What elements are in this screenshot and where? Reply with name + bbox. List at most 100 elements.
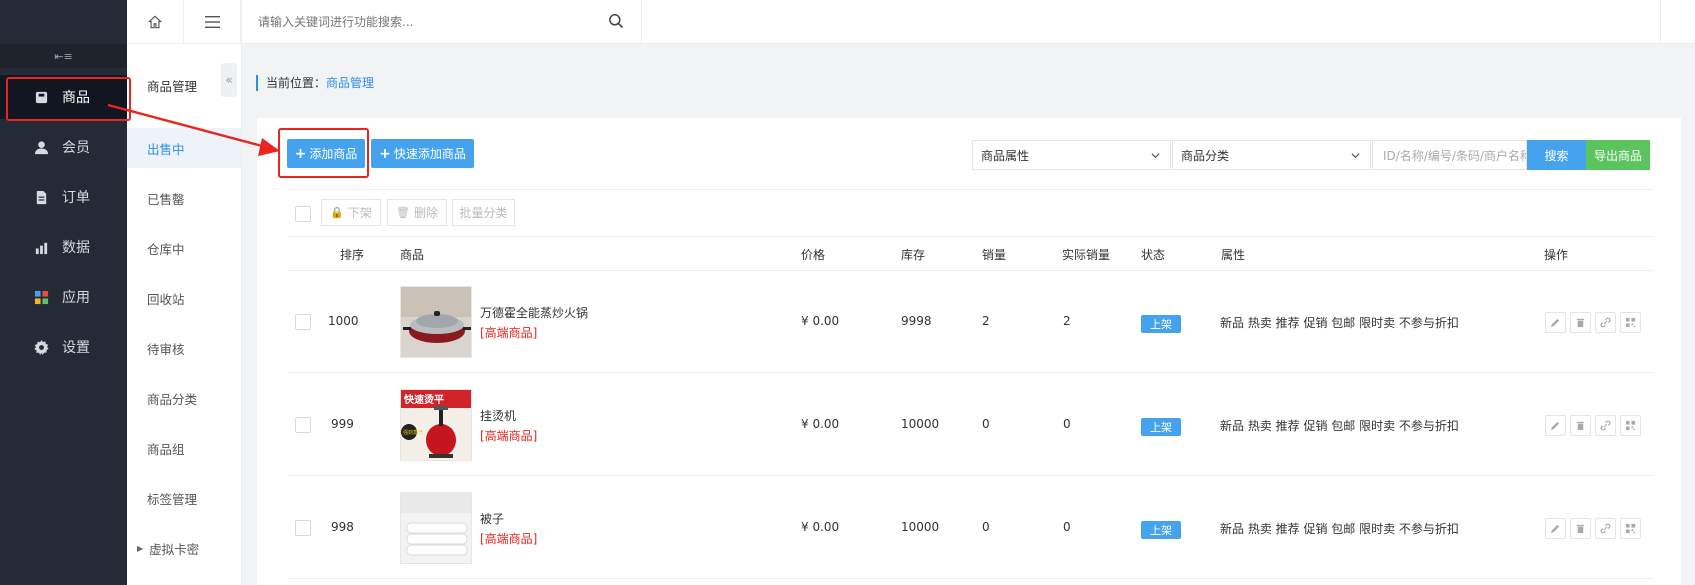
menu-toggle-button[interactable] <box>184 0 241 44</box>
row-attributes[interactable]: 新品 热卖 推荐 促销 包邮 限时卖 不参与折扣 <box>1220 520 1459 537</box>
delete-button[interactable] <box>1570 518 1591 539</box>
sidebar-item-label: 设置 <box>62 340 90 356</box>
link-button[interactable] <box>1595 415 1616 436</box>
user-icon <box>33 139 49 155</box>
subnav-item-label: 出售中 <box>147 141 185 157</box>
search-input[interactable] <box>258 11 588 33</box>
keyword-placeholder: ID/名称/编号/条码/商户名称 <box>1383 148 1527 163</box>
subnav-item-virtual-cards[interactable]: ▶ 虚拟卡密 <box>127 528 241 568</box>
subnav-item-groups[interactable]: 商品组 <box>127 428 241 468</box>
qrcode-button[interactable] <box>1620 415 1641 436</box>
col-header-attributes: 属性 <box>1221 248 1246 262</box>
edit-button[interactable] <box>1545 518 1566 539</box>
sidebar-item-orders[interactable]: 订单 <box>0 175 127 219</box>
off-shelf-label: 下架 <box>347 206 372 220</box>
subnav-item-recycle-bin[interactable]: 回收站 <box>127 278 241 318</box>
function-search <box>242 0 642 44</box>
toolbar-divider <box>287 189 1653 190</box>
row-attributes[interactable]: 新品 热卖 推荐 促销 包邮 限时卖 不参与折扣 <box>1220 314 1459 331</box>
product-thumbnail[interactable] <box>400 492 472 564</box>
product-tag: [高端商品] <box>480 326 538 340</box>
sub-sidebar: 商品管理 « 出售中 已售罄 仓库中 回收站 待审核 商品分类 商品组 标签管理… <box>127 0 242 585</box>
qrcode-button[interactable] <box>1620 312 1641 333</box>
row-sort[interactable]: 999 <box>331 417 354 431</box>
keyword-input[interactable]: ID/名称/编号/条码/商户名称 <box>1372 140 1527 170</box>
export-products-button[interactable]: 导出商品 <box>1586 140 1650 170</box>
col-header-real-sales[interactable]: 实际销量 <box>1062 246 1110 263</box>
subnav-item-on-sale[interactable]: 出售中 <box>127 128 241 168</box>
status-badge[interactable]: 上架 <box>1141 521 1181 539</box>
subnav-item-label: 仓库中 <box>147 241 185 257</box>
home-button[interactable] <box>127 0 184 44</box>
row-checkbox[interactable] <box>295 520 311 536</box>
off-shelf-button[interactable]: 🔒 下架 <box>321 199 381 226</box>
home-icon <box>148 15 162 29</box>
product-thumbnail[interactable] <box>400 286 472 358</box>
subnav-item-warehouse[interactable]: 仓库中 <box>127 228 241 268</box>
row-stock: 9998 <box>901 314 932 328</box>
batch-category-button[interactable]: 批量分类 <box>452 199 515 226</box>
search-button[interactable]: 搜索 <box>1527 140 1586 170</box>
row-attributes[interactable]: 新品 热卖 推荐 促销 包邮 限时卖 不参与折扣 <box>1220 417 1459 434</box>
delete-button[interactable] <box>1570 312 1591 333</box>
subnav-item-sold-out[interactable]: 已售罄 <box>127 178 241 218</box>
qrcode-icon <box>1625 523 1636 534</box>
status-badge[interactable]: 上架 <box>1141 418 1181 436</box>
steamer-banner-text: 快速烫平 <box>403 393 444 406</box>
sidebar-collapse-toggle[interactable]: ⇤≡ <box>0 44 127 68</box>
product-name[interactable]: 被子 <box>480 510 504 527</box>
select-all-checkbox[interactable] <box>295 206 311 222</box>
row-checkbox[interactable] <box>295 314 311 330</box>
edit-icon <box>1550 421 1560 431</box>
qrcode-icon <box>1625 317 1636 328</box>
search-icon[interactable] <box>608 13 624 32</box>
link-icon <box>1600 420 1611 431</box>
edit-icon <box>1550 524 1560 534</box>
breadcrumb-prefix: 当前位置： <box>266 76 327 90</box>
chevron-down-icon <box>1351 153 1360 159</box>
row-sort[interactable]: 1000 <box>328 314 359 328</box>
row-sort[interactable]: 998 <box>331 520 354 534</box>
category-select-value: 商品分类 <box>1181 148 1230 163</box>
trash-icon <box>1576 524 1585 534</box>
qrcode-button[interactable] <box>1620 518 1641 539</box>
col-header-sales[interactable]: 销量 <box>982 246 1006 263</box>
product-thumbnail[interactable]: 快速烫平 强劲蒸汽 <box>400 389 472 461</box>
sidebar-item-data[interactable]: 数据 <box>0 225 127 269</box>
subnav-item-tags[interactable]: 标签管理 <box>127 478 241 518</box>
category-select[interactable]: 商品分类 <box>1172 140 1371 170</box>
caret-right-icon: ▶ <box>137 543 144 553</box>
subnav-item-categories[interactable]: 商品分类 <box>127 378 241 418</box>
link-button[interactable] <box>1595 312 1616 333</box>
chart-icon <box>33 239 49 255</box>
collapse-menu-icon[interactable]: ⇤≡ <box>54 50 72 63</box>
col-header-sort[interactable]: 排序 <box>340 246 364 263</box>
batch-delete-button[interactable]: 🗑 删除 <box>387 199 447 226</box>
sidebar-item-settings[interactable]: 设置 <box>0 325 127 369</box>
edit-button[interactable] <box>1545 312 1566 333</box>
status-badge[interactable]: 上架 <box>1141 315 1181 333</box>
col-header-product: 商品 <box>400 248 425 262</box>
chevron-down-icon <box>1151 153 1160 159</box>
delete-button[interactable] <box>1570 415 1591 436</box>
apps-icon <box>33 289 49 305</box>
subnav-item-label: 回收站 <box>147 291 185 307</box>
subnav-item-label: 已售罄 <box>147 191 185 207</box>
sidebar-item-apps[interactable]: 应用 <box>0 275 127 319</box>
subnav-item-pending-review[interactable]: 待审核 <box>127 328 241 368</box>
product-name[interactable]: 万德霍全能蒸炒火锅 <box>480 304 588 321</box>
product-name[interactable]: 挂烫机 <box>480 407 516 424</box>
col-header-price[interactable]: 价格 <box>801 246 825 263</box>
col-header-stock[interactable]: 库存 <box>901 246 925 263</box>
breadcrumb-current[interactable]: 商品管理 <box>326 76 374 90</box>
sidebar-item-label: 应用 <box>62 290 90 306</box>
sidebar-item-members[interactable]: 会员 <box>0 125 127 169</box>
link-button[interactable] <box>1595 518 1616 539</box>
sub-sidebar-fold-button[interactable]: « <box>221 63 237 97</box>
quick-add-product-button[interactable]: + 快速添加商品 <box>371 139 474 168</box>
subnav-item-label: 标签管理 <box>147 491 198 507</box>
row-checkbox[interactable] <box>295 417 311 433</box>
garment-steamer-image: 快速烫平 强劲蒸汽 <box>401 390 471 460</box>
edit-button[interactable] <box>1545 415 1566 436</box>
attribute-select[interactable]: 商品属性 <box>972 140 1171 170</box>
